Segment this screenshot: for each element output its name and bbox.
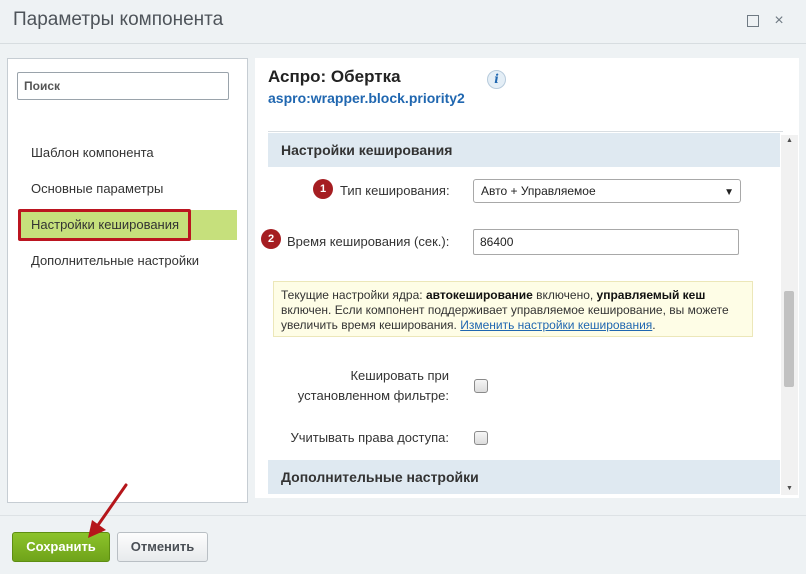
cache-filter-label-2: установленном фильтре: <box>297 388 449 403</box>
search-input[interactable] <box>17 72 229 100</box>
cache-time-label: Время кеширования (сек.): <box>287 234 450 249</box>
sidebar-item-label: Дополнительные настройки <box>31 253 200 268</box>
notice-bold-managed-cache: управляемый кеш <box>596 288 706 302</box>
component-code: aspro:wrapper.block.priority2 <box>268 90 465 106</box>
dialog-titlebar: Параметры компонента × <box>0 0 806 44</box>
section-header-extra[interactable]: Дополнительные настройки <box>268 460 780 494</box>
scroll-thumb[interactable] <box>784 291 794 387</box>
cache-type-select[interactable]: Авто + Управляемое ▼ <box>473 179 741 203</box>
check-access-label: Учитывать права доступа: <box>290 430 449 445</box>
cache-notice: Текущие настройки ядра: автокеширование … <box>273 281 753 337</box>
sidebar-item-extra-settings[interactable]: Дополнительные настройки <box>18 246 237 276</box>
sidebar-item-main-params[interactable]: Основные параметры <box>18 174 237 204</box>
component-title: Аспро: Обертка <box>268 67 401 86</box>
dialog-title: Параметры компонента <box>13 9 224 30</box>
sidebar: Шаблон компонента Основные параметры Нас… <box>7 58 248 503</box>
sidebar-item-label: Шаблон компонента <box>31 145 154 160</box>
highlight-frame <box>18 209 191 241</box>
cache-type-label: Тип кеширования: <box>340 183 450 198</box>
change-cache-settings-link[interactable]: Изменить настройки кеширования <box>460 318 652 332</box>
settings-panel: Аспро: Обертка aspro:wrapper.block.prior… <box>255 58 799 498</box>
check-access-checkbox[interactable] <box>474 431 488 445</box>
close-button[interactable]: × <box>773 13 785 29</box>
info-icon[interactable]: i <box>487 70 506 89</box>
sidebar-item-template[interactable]: Шаблон компонента <box>18 138 237 168</box>
maximize-button[interactable] <box>747 15 759 27</box>
notice-bold-autocache: автокеширование <box>425 288 533 302</box>
section-header-caching[interactable]: Настройки кеширования <box>268 133 780 167</box>
notice-text: включено, <box>532 288 597 302</box>
divider <box>268 131 783 132</box>
cache-filter-label-1: Кешировать при <box>350 368 449 383</box>
sidebar-item-label: Основные параметры <box>31 181 164 196</box>
notice-text: . <box>652 318 656 332</box>
cache-time-input[interactable] <box>473 229 739 255</box>
sidebar-item-caching[interactable]: Настройки кеширования <box>18 209 237 241</box>
chevron-down-icon: ▼ <box>724 187 734 198</box>
scroll-up-icon[interactable]: ▲ <box>781 137 798 144</box>
cache-filter-checkbox[interactable] <box>474 379 488 393</box>
annotation-arrow-icon <box>88 483 128 538</box>
notice-text: Текущие настройки ядра: <box>281 288 426 302</box>
step-badge-2: 2 <box>261 229 281 249</box>
scrollbar[interactable]: ▲ ▼ <box>781 135 798 495</box>
scroll-down-icon[interactable]: ▼ <box>781 485 798 492</box>
cache-type-value: Авто + Управляемое <box>481 184 596 198</box>
step-badge-1: 1 <box>313 179 333 199</box>
